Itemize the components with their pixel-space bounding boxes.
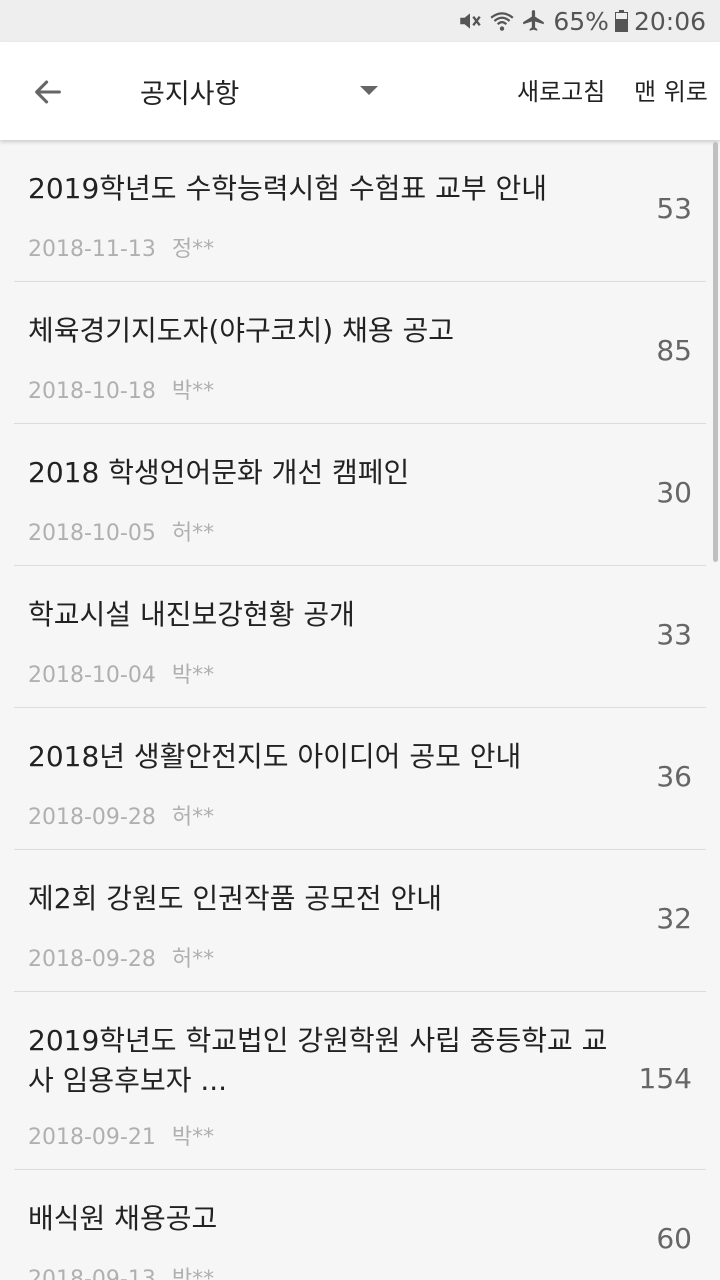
list-item[interactable]: 2019학년도 학교법인 강원학원 사립 중등학교 교사 임용후보자 ... 2… — [0, 992, 720, 1170]
notice-author: 박** — [171, 663, 215, 688]
page-title: 공지사항 — [140, 79, 240, 110]
list-item[interactable]: 2018년 생활안전지도 아이디어 공모 안내 2018-09-28 허** 36 — [0, 708, 720, 850]
list-item[interactable]: 제2회 강원도 인권작품 공모전 안내 2018-09-28 허** 32 — [0, 850, 720, 992]
mute-icon — [460, 13, 482, 29]
airplane-icon — [523, 10, 545, 31]
notice-meta: 2018-09-21 박** — [28, 1119, 214, 1151]
notice-author: 허** — [171, 805, 215, 830]
notice-meta: 2018-10-04 박** — [28, 657, 214, 689]
battery-percent: 65% — [553, 6, 609, 36]
notice-author: 박** — [171, 1125, 215, 1150]
notice-title: 2019학년도 수학능력시험 수험표 교부 안내 — [28, 172, 548, 205]
notice-author: 허** — [171, 947, 215, 972]
notice-author: 허** — [171, 521, 215, 546]
view-count: 53 — [656, 192, 692, 225]
view-count: 36 — [656, 760, 692, 793]
notice-author: 박** — [171, 379, 215, 404]
notice-author: 정** — [171, 237, 215, 262]
app-toolbar: 공지사항 새로고침 맨 위로 — [0, 42, 720, 140]
list-item[interactable]: 체육경기지도자(야구코치) 채용 공고 2018-10-18 박** 85 — [0, 282, 720, 424]
notice-title: 학교시설 내진보강현황 공개 — [28, 598, 355, 631]
view-count: 33 — [656, 618, 692, 651]
view-count: 85 — [656, 334, 692, 367]
notice-title: 2018 학생언어문화 개선 캠페인 — [28, 456, 410, 489]
refresh-button[interactable]: 새로고침 — [517, 72, 605, 107]
list-item[interactable]: 2018 학생언어문화 개선 캠페인 2018-10-05 허** 30 — [0, 424, 720, 566]
view-count: 30 — [656, 476, 692, 509]
status-bar: 65% 20:06 — [0, 0, 720, 42]
notice-date: 2018-10-18 — [28, 379, 156, 404]
notice-date: 2018-09-21 — [28, 1125, 156, 1150]
back-button[interactable] — [22, 66, 74, 118]
scroll-top-button[interactable]: 맨 위로 — [634, 72, 708, 107]
notice-meta: 2018-09-13 박** — [28, 1261, 214, 1280]
notice-title: 체육경기지도자(야구코치) 채용 공고 — [28, 314, 455, 347]
notice-date: 2018-09-28 — [28, 947, 156, 972]
notice-meta: 2018-10-05 허** — [28, 515, 214, 547]
notice-list[interactable]: 2019학년도 수학능력시험 수험표 교부 안내 2018-11-13 정** 5… — [0, 140, 720, 1280]
battery-icon — [614, 10, 628, 32]
scrollbar-thumb[interactable] — [713, 142, 718, 562]
notice-date: 2018-09-28 — [28, 805, 156, 830]
board-select-dropdown[interactable]: 공지사항 — [108, 42, 398, 140]
notice-date: 2018-09-13 — [28, 1267, 156, 1280]
notice-meta: 2018-11-13 정** — [28, 231, 214, 263]
notice-meta: 2018-10-18 박** — [28, 373, 214, 405]
notice-date: 2018-10-05 — [28, 521, 156, 546]
view-count: 154 — [638, 1062, 692, 1095]
notice-title: 배식원 채용공고 — [28, 1202, 218, 1235]
status-icons: 65% 20:06 — [457, 6, 706, 36]
notice-meta: 2018-09-28 허** — [28, 941, 214, 973]
notice-date: 2018-10-04 — [28, 663, 156, 688]
wifi-icon — [490, 12, 514, 31]
notice-title: 제2회 강원도 인권작품 공모전 안내 — [28, 882, 443, 915]
caret-down-icon — [360, 86, 378, 95]
notice-meta: 2018-09-28 허** — [28, 799, 214, 831]
list-item[interactable]: 배식원 채용공고 2018-09-13 박** 60 — [0, 1170, 720, 1280]
back-arrow-icon — [35, 80, 61, 104]
list-item[interactable]: 2019학년도 수학능력시험 수험표 교부 안내 2018-11-13 정** 5… — [0, 140, 720, 282]
notice-author: 박** — [171, 1267, 215, 1280]
notice-date: 2018-11-13 — [28, 237, 156, 262]
clock: 20:06 — [633, 6, 706, 36]
view-count: 32 — [656, 902, 692, 935]
notice-title: 2019학년도 학교법인 강원학원 사립 중등학교 교사 임용후보자 ... — [28, 1024, 608, 1097]
list-item[interactable]: 학교시설 내진보강현황 공개 2018-10-04 박** 33 — [0, 566, 720, 708]
notice-title: 2018년 생활안전지도 아이디어 공모 안내 — [28, 740, 522, 773]
view-count: 60 — [656, 1222, 692, 1255]
